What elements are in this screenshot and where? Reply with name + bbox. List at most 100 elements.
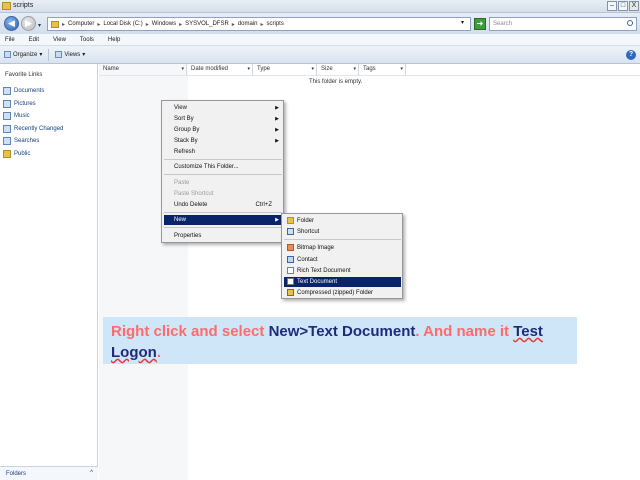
empty-folder-message: This folder is empty. [309,79,363,85]
address-dropdown[interactable]: ▾ [461,19,464,26]
chevron-up-icon: ^ [90,470,93,476]
zip-folder-icon [287,289,294,296]
submenu-arrow-icon: ▶ [275,138,279,144]
context-item-sort-by[interactable]: Sort By ▶ [164,114,282,124]
column-date-modified[interactable]: Date modified ▾ [187,64,253,76]
context-item-new[interactable]: New ▶ [164,215,282,225]
column-size[interactable]: Size ▾ [317,64,359,76]
breadcrumb-computer[interactable]: Computer [68,21,94,27]
menu-separator [164,159,282,160]
close-button[interactable]: X [629,1,639,11]
menu-file[interactable]: File [5,37,15,43]
window-controls: – □ X [607,1,639,11]
views-icon [55,51,63,58]
submenu-item-folder[interactable]: Folder [284,216,401,226]
folders-toggle[interactable]: Folders ^ [0,466,98,480]
column-name[interactable]: Name ▾ [99,64,187,76]
column-type[interactable]: Type ▾ [253,64,317,76]
documents-icon [3,87,11,96]
search-input[interactable]: Search [489,17,637,31]
favorite-links-list: Documents Pictures Music Recently Change… [3,85,63,160]
chevron-down-icon: ▾ [82,52,86,58]
submenu-item-contact[interactable]: Contact [284,255,401,265]
views-button[interactable]: Views ▾ [55,51,85,58]
context-item-paste: Paste [174,180,190,186]
chevron-down-icon: ▾ [400,66,403,72]
context-menu: View ▶ Sort By ▶ Group By ▶ Stack By ▶ Refre… [161,100,284,243]
text-document-icon [287,278,294,285]
chevron-down-icon: ▾ [181,66,184,72]
menu-edit[interactable]: Edit [29,37,39,43]
breadcrumb-windows[interactable]: Windows [152,21,176,27]
chevron-down-icon: ▾ [311,66,314,72]
recently-changed-icon [3,124,11,133]
breadcrumb-scripts[interactable]: scripts [267,21,284,27]
context-item-undo-delete[interactable]: Undo Delete Ctrl+Z [164,200,282,210]
nav-item-recently-changed[interactable]: Recently Changed [3,123,63,136]
nav-item-public[interactable]: Public [3,148,63,161]
menu-separator [164,227,282,228]
breadcrumb-sysvol[interactable]: SYSVOL_DFSR [185,21,229,27]
organize-icon [4,51,11,58]
nav-item-music[interactable]: Music [3,110,63,123]
submenu-item-rich-text-document[interactable]: Rich Text Document [284,266,401,276]
context-item-customize[interactable]: Customize This Folder... [164,162,282,172]
bitmap-icon [287,244,294,251]
public-folder-icon [3,149,11,158]
organize-button[interactable]: Organize ▾ [4,51,42,58]
submenu-arrow-icon: ▶ [275,116,279,122]
shortcut-icon [287,228,294,235]
nav-item-documents[interactable]: Documents [3,85,63,98]
address-folder-icon [51,20,59,28]
context-item-paste-shortcut: Paste Shortcut [174,191,214,197]
nav-item-searches[interactable]: Searches [3,135,63,148]
menu-tools[interactable]: Tools [80,37,94,43]
undo-shortcut: Ctrl+Z [255,202,273,208]
submenu-arrow-icon: ▶ [275,127,279,133]
back-button[interactable]: ◀ [4,16,19,31]
context-item-properties[interactable]: Properties [164,231,282,241]
menu-separator [164,174,282,175]
menu-help[interactable]: Help [108,37,120,43]
folder-icon [2,2,11,10]
chevron-down-icon: ▾ [39,52,43,58]
menu-bar: File Edit View Tools Help [0,34,640,46]
music-icon [3,112,11,121]
submenu-item-bitmap-image[interactable]: Bitmap Image [284,243,401,253]
chevron-down-icon: ▾ [353,66,356,72]
context-item-refresh[interactable]: Refresh [164,147,282,157]
column-headers: Name ▾ Date modified ▾ Type ▾ Size ▾ Tags ▾ [99,64,640,76]
breadcrumb-local-disk[interactable]: Local Disk (C:) [103,21,142,27]
chevron-down-icon: ▾ [247,66,250,72]
submenu-arrow-icon: ▶ [275,105,279,111]
forward-button[interactable]: ▶ [21,16,36,31]
column-tags[interactable]: Tags ▾ [359,64,406,76]
instruction-banner: Right click and select New>Text Document… [103,317,577,364]
minimize-button[interactable]: – [607,1,617,11]
menu-view[interactable]: View [53,37,66,43]
favorite-links-title: Favorite Links [5,72,43,78]
address-bar[interactable]: ▸ Computer ▸ Local Disk (C:) ▸ Windows ▸… [47,17,471,31]
breadcrumb-domain[interactable]: domain [238,21,258,27]
search-icon[interactable] [627,20,633,26]
menu-separator [164,212,282,213]
navigation-pane: Favorite Links Documents Pictures Music … [0,64,98,480]
rtf-icon [287,267,294,274]
submenu-arrow-icon: ▶ [275,217,279,223]
context-item-group-by[interactable]: Group By ▶ [164,125,282,135]
recent-pages-dropdown[interactable]: ▾ [38,22,41,29]
submenu-item-shortcut[interactable]: Shortcut [284,227,401,237]
address-toolbar: ◀ ▶ ▾ ▸ Computer ▸ Local Disk (C:) ▸ Win… [0,13,640,34]
maximize-button[interactable]: □ [618,1,628,11]
help-icon[interactable]: ? [626,50,636,60]
nav-item-pictures[interactable]: Pictures [3,98,63,111]
submenu-item-text-document[interactable]: Text Document [284,277,401,287]
context-item-stack-by[interactable]: Stack By ▶ [164,136,282,146]
submenu-item-compressed-folder[interactable]: Compressed (zipped) Folder [284,288,401,298]
window-title: scripts [13,2,34,9]
pictures-icon [3,99,11,108]
title-bar: scripts – □ X [0,0,640,13]
command-bar: Organize ▾ Views ▾ [0,46,640,64]
go-arrow-icon[interactable]: ➜ [474,18,486,30]
context-item-view[interactable]: View ▶ [164,103,282,113]
